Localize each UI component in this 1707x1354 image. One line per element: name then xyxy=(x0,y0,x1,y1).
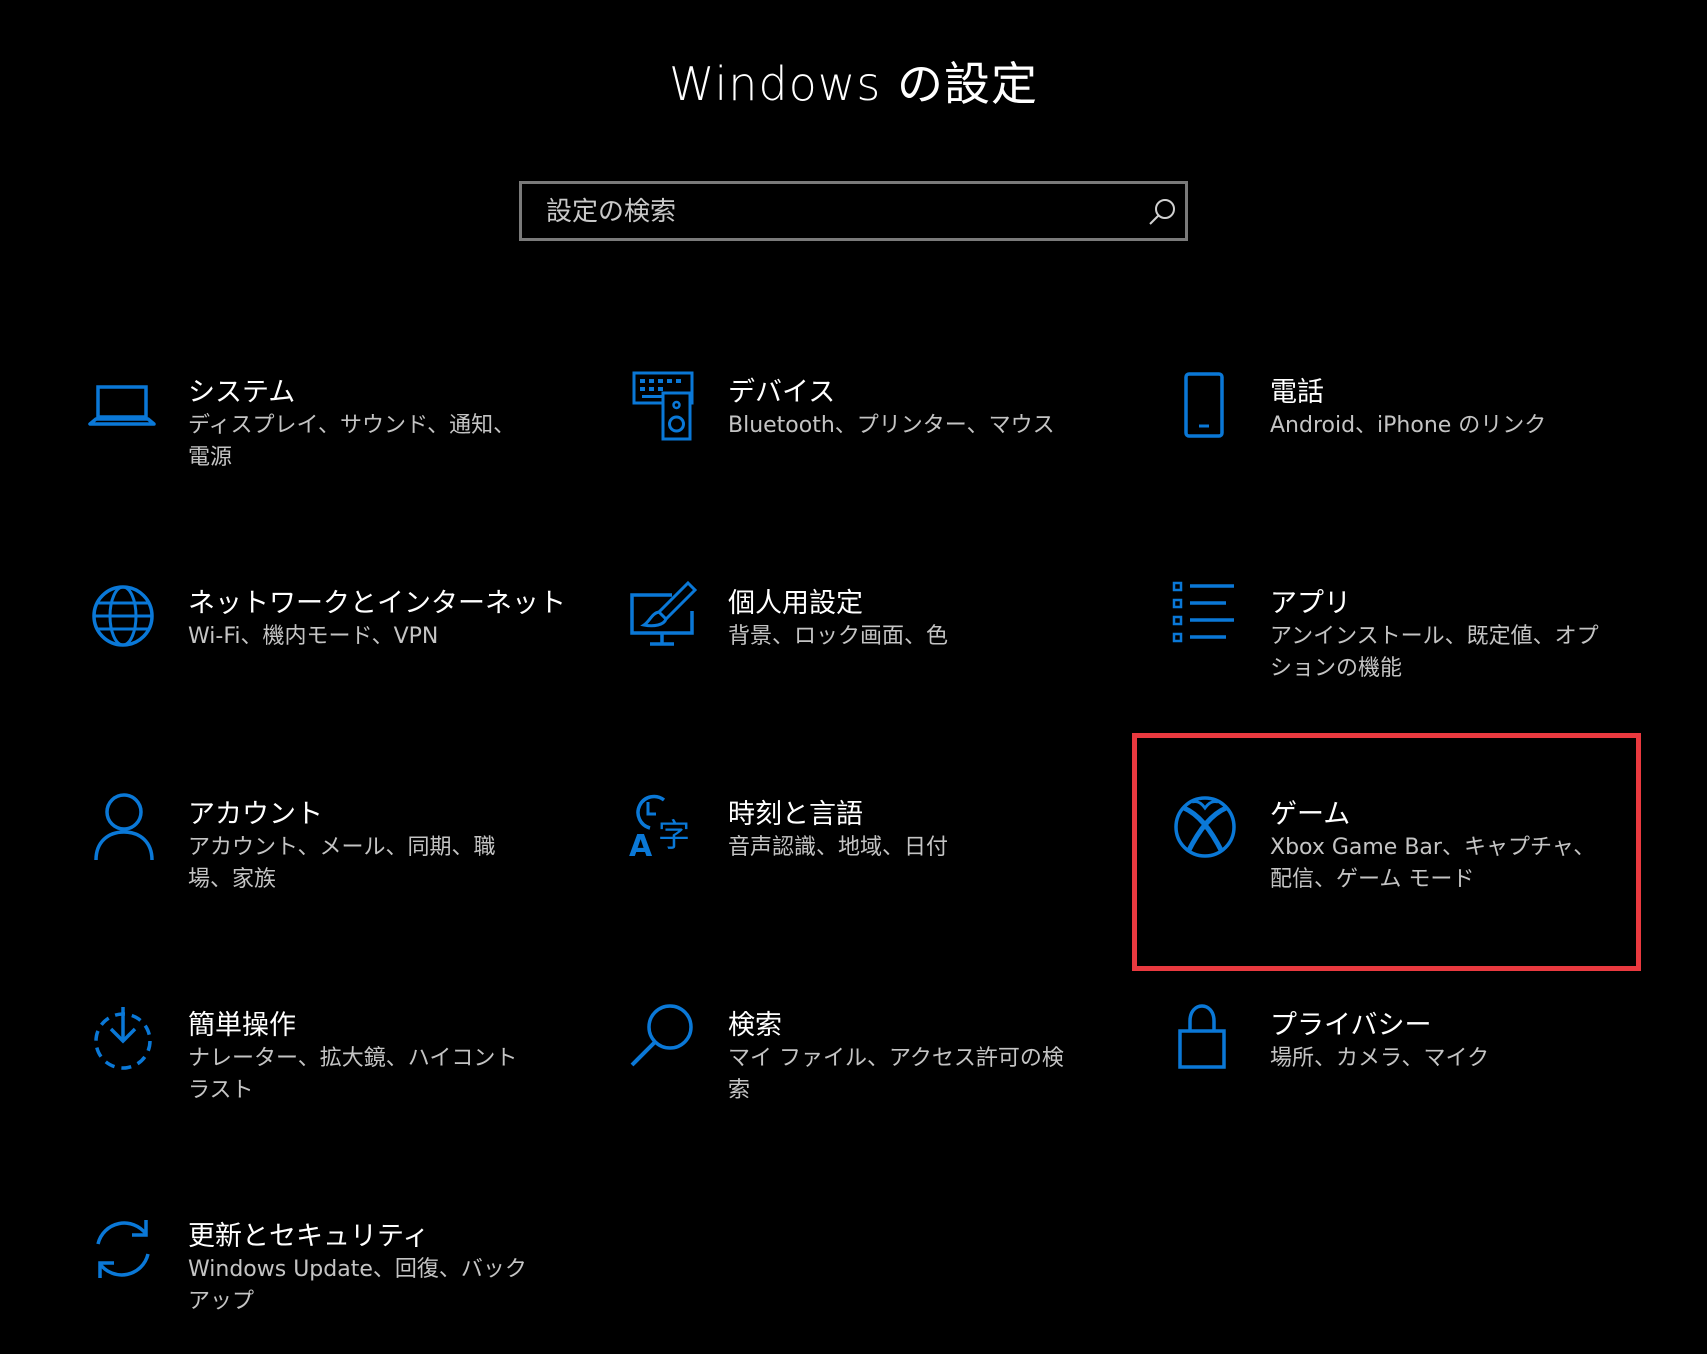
tile-title: デバイス xyxy=(728,377,836,408)
list-icon xyxy=(1170,581,1240,651)
tile-title: 更新とセキュリティ xyxy=(188,1221,430,1252)
page-title: Windows の設定 xyxy=(669,57,1038,111)
highlight-box xyxy=(1132,733,1641,971)
tile-description: アンインストール、既定値、オプションの機能 xyxy=(1270,624,1599,681)
tile-description: 場所、カメラ、マイク xyxy=(1270,1046,1490,1071)
svg-text:A: A xyxy=(629,829,653,864)
tile-description: Wi-Fi、機内モード、VPN xyxy=(188,624,439,649)
ease-of-access-icon xyxy=(88,1003,158,1073)
clock-language-icon: A 字 xyxy=(628,792,698,864)
tile-title: 電話 xyxy=(1270,377,1324,408)
tile-update-security[interactable]: 更新とセキュリティ Windows Update、回復、バックアップ xyxy=(88,1214,568,1354)
tile-description: ディスプレイ、サウンド、通知、電源 xyxy=(188,413,516,470)
paintbrush-monitor-icon xyxy=(628,580,698,651)
tile-description: Bluetooth、プリンター、マウス xyxy=(728,413,1055,438)
tile-description: 背景、ロック画面、色 xyxy=(728,624,949,649)
tile-title: アカウント xyxy=(188,799,323,830)
laptop-icon xyxy=(88,370,158,440)
tile-title: 個人用設定 xyxy=(728,588,863,619)
globe-icon xyxy=(88,581,158,651)
tile-title: システム xyxy=(188,377,296,408)
keyboard-speaker-icon xyxy=(628,370,698,441)
tile-description: ナレーター、拡大鏡、ハイコントラスト xyxy=(188,1046,518,1103)
tile-network[interactable]: ネットワークとインターネット Wi-Fi、機内モード、VPN xyxy=(88,581,568,721)
tile-privacy[interactable]: プライバシー 場所、カメラ、マイク xyxy=(1170,1003,1650,1143)
tile-ease-of-access[interactable]: 簡単操作 ナレーター、拡大鏡、ハイコントラスト xyxy=(88,1003,568,1143)
tile-description: Windows Update、回復、バックアップ xyxy=(188,1257,527,1314)
tile-title: 時刻と言語 xyxy=(728,799,863,830)
tile-description: 音声認識、地域、日付 xyxy=(728,835,949,860)
tile-accounts[interactable]: アカウント アカウント、メール、同期、職場、家族 xyxy=(88,792,568,932)
search-box[interactable] xyxy=(519,181,1188,241)
tile-description: Android、iPhone のリンク xyxy=(1270,413,1547,438)
tile-title: 検索 xyxy=(728,1010,782,1041)
tile-apps[interactable]: アプリ アンインストール、既定値、オプションの機能 xyxy=(1170,581,1650,721)
tile-title: 簡単操作 xyxy=(188,1010,296,1041)
tile-personalization[interactable]: 個人用設定 背景、ロック画面、色 xyxy=(628,580,1108,721)
magnifier-icon xyxy=(628,1003,698,1073)
tile-title: ネットワークとインターネット xyxy=(188,588,566,619)
tile-devices[interactable]: デバイス Bluetooth、プリンター、マウス xyxy=(628,370,1108,510)
tile-system[interactable]: システム ディスプレイ、サウンド、通知、電源 xyxy=(88,370,568,510)
tile-search[interactable]: 検索 マイ ファイル、アクセス許可の検索 xyxy=(628,1003,1108,1143)
tile-title: アプリ xyxy=(1270,588,1351,619)
tile-time-language[interactable]: A 字 時刻と言語 音声認識、地域、日付 xyxy=(628,792,1108,932)
tile-phone[interactable]: 電話 Android、iPhone のリンク xyxy=(1170,370,1650,510)
sync-icon xyxy=(88,1214,158,1284)
search-icon[interactable] xyxy=(1146,196,1178,228)
tile-description: マイ ファイル、アクセス許可の検索 xyxy=(728,1046,1064,1103)
person-icon xyxy=(88,792,158,862)
tile-description: アカウント、メール、同期、職場、家族 xyxy=(188,835,496,892)
svg-text:字: 字 xyxy=(658,816,690,854)
phone-icon xyxy=(1170,370,1240,440)
lock-icon xyxy=(1170,1003,1240,1073)
tile-title: プライバシー xyxy=(1270,1010,1432,1041)
search-input[interactable] xyxy=(544,184,1108,240)
